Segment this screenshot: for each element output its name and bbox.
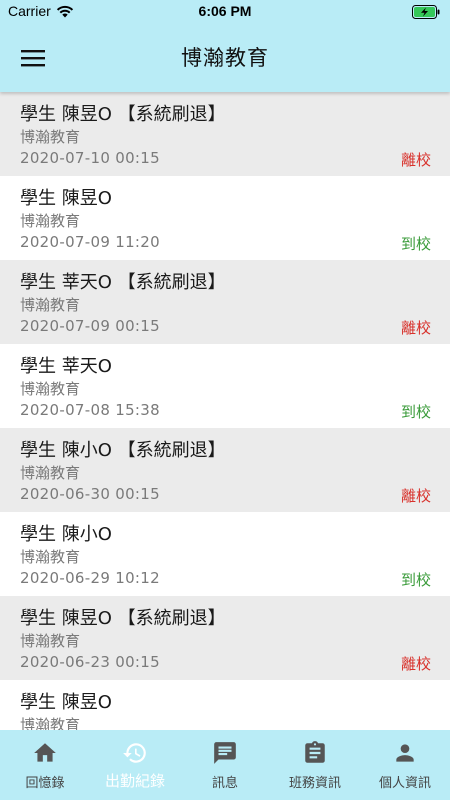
nav-personal-info[interactable]: 個人資訊 (360, 730, 450, 800)
record-school: 博瀚教育 (20, 296, 81, 314)
record-time: 2020-07-10 00:15 (20, 149, 160, 167)
nav-label: 訊息 (211, 776, 238, 791)
record-student-name: 學生 莘天O 【系統刷退】 (20, 272, 226, 293)
nav-label: 出勤紀錄 (104, 772, 165, 790)
record-school: 博瀚教育 (20, 212, 81, 230)
attendance-record[interactable]: 學生 陳昱O 【系統刷退】 博瀚教育 2020-07-10 00:15 離校 (0, 92, 450, 176)
bottom-navigation: 回憶錄 出勤紀錄 訊息 班務資訊 個人資訊 (0, 730, 450, 800)
record-student-name: 學生 陳小O 【系統刷退】 (20, 440, 226, 461)
attendance-record[interactable]: 學生 陳昱O 博瀚教育 2020-07-09 11:20 到校 (0, 176, 450, 260)
nav-label: 班務資訊 (288, 776, 341, 791)
record-school: 博瀚教育 (20, 464, 81, 482)
attendance-record[interactable]: 學生 陳小O 博瀚教育 2020-06-29 10:12 到校 (0, 512, 450, 596)
record-school: 博瀚教育 (20, 716, 81, 730)
record-student-name: 學生 莘天O (20, 356, 112, 377)
nav-messages[interactable]: 訊息 (180, 730, 270, 800)
nav-memories[interactable]: 回憶錄 (0, 730, 90, 800)
clipboard-icon (305, 741, 325, 763)
person-icon (396, 744, 414, 762)
app-header: 博瀚教育 (0, 24, 450, 92)
record-time: 2020-06-23 00:15 (20, 653, 160, 671)
record-time: 2020-07-09 11:20 (20, 233, 160, 251)
home-icon (34, 743, 56, 762)
record-school: 博瀚教育 (20, 128, 81, 146)
nav-class-info[interactable]: 班務資訊 (270, 730, 360, 800)
record-school: 博瀚教育 (20, 548, 81, 566)
battery-charging-icon (412, 5, 440, 19)
record-student-name: 學生 陳昱O (20, 692, 112, 713)
history-icon (123, 743, 146, 763)
nav-label: 回憶錄 (25, 776, 65, 791)
attendance-record[interactable]: 學生 莘天O 【系統刷退】 博瀚教育 2020-07-09 00:15 離校 (0, 260, 450, 344)
record-time: 2020-07-08 15:38 (20, 401, 160, 419)
attendance-record[interactable]: 學生 陳昱O 博瀚教育 (0, 680, 450, 730)
record-student-name: 學生 陳昱O 【系統刷退】 (20, 104, 226, 125)
record-school: 博瀚教育 (20, 632, 81, 650)
record-status: 離校 (400, 319, 431, 337)
record-time: 2020-07-09 00:15 (20, 317, 160, 335)
record-time: 2020-06-29 10:12 (20, 569, 160, 587)
record-school: 博瀚教育 (20, 380, 81, 398)
nav-label: 個人資訊 (378, 776, 431, 791)
status-bar: Carrier 6:06 PM (0, 0, 450, 24)
record-student-name: 學生 陳昱O (20, 188, 112, 209)
record-status: 離校 (400, 151, 431, 169)
record-status: 離校 (400, 655, 431, 673)
record-status: 到校 (400, 403, 431, 421)
status-time: 6:06 PM (198, 3, 252, 19)
record-status: 離校 (400, 487, 431, 505)
page-title: 博瀚教育 (181, 46, 269, 70)
top-bar: Carrier 6:06 PM 博瀚教育 (0, 0, 450, 92)
attendance-record[interactable]: 學生 陳昱O 【系統刷退】 博瀚教育 2020-06-23 00:15 離校 (0, 596, 450, 680)
attendance-record[interactable]: 學生 莘天O 博瀚教育 2020-07-08 15:38 到校 (0, 344, 450, 428)
record-student-name: 學生 陳小O (20, 524, 112, 545)
record-status: 到校 (400, 235, 431, 253)
nav-attendance[interactable]: 出勤紀錄 (90, 730, 180, 800)
record-status: 到校 (400, 571, 431, 589)
record-time: 2020-06-30 00:15 (20, 485, 160, 503)
attendance-list[interactable]: 學生 陳昱O 【系統刷退】 博瀚教育 2020-07-10 00:15 離校 學… (0, 92, 450, 730)
attendance-record[interactable]: 學生 陳小O 【系統刷退】 博瀚教育 2020-06-30 00:15 離校 (0, 428, 450, 512)
record-student-name: 學生 陳昱O 【系統刷退】 (20, 608, 226, 629)
message-icon (214, 742, 236, 764)
